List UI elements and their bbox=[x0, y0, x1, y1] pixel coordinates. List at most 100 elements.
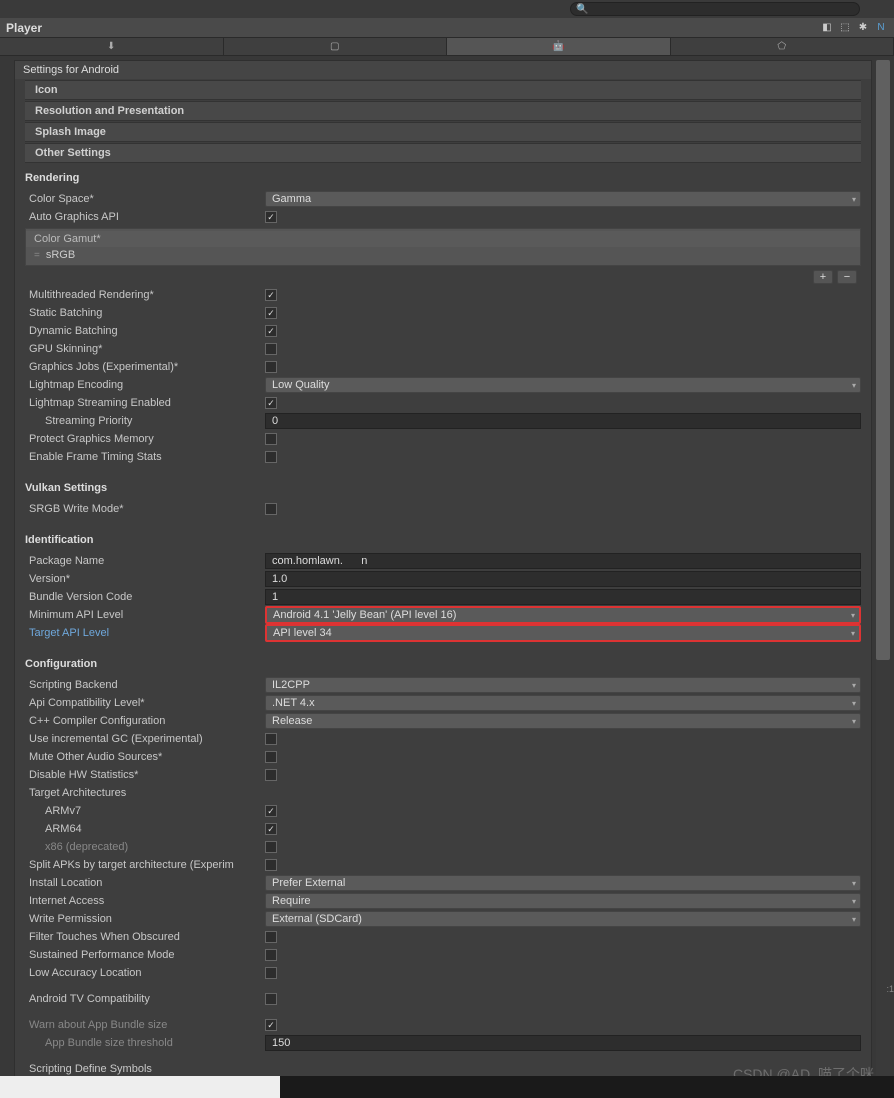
android-icon: 🤖 bbox=[552, 41, 564, 52]
streaming-priority-input[interactable] bbox=[265, 413, 861, 429]
settings-icon[interactable]: ⬚ bbox=[838, 21, 852, 35]
enable-frame-timing-checkbox[interactable] bbox=[265, 451, 277, 463]
search-bar: 🔍 bbox=[0, 0, 894, 18]
page-title: Player bbox=[6, 21, 42, 35]
content-inner: Settings for Android Icon Resolution and… bbox=[14, 60, 872, 1091]
gear-icon[interactable]: ✱ bbox=[856, 21, 870, 35]
mute-other-audio-label: Mute Other Audio Sources* bbox=[25, 751, 265, 763]
bottom-bar-left bbox=[0, 1076, 280, 1098]
write-permission-dropdown[interactable]: External (SDCard) bbox=[265, 911, 861, 927]
install-location-label: Install Location bbox=[25, 877, 265, 889]
disable-hw-stats-checkbox[interactable] bbox=[265, 769, 277, 781]
lightmap-streaming-checkbox[interactable] bbox=[265, 397, 277, 409]
section-resolution[interactable]: Resolution and Presentation bbox=[25, 101, 861, 121]
phone-icon: ▢ bbox=[330, 41, 339, 52]
section-other-settings[interactable]: Other Settings bbox=[25, 143, 861, 163]
lightmap-encoding-dropdown[interactable]: Low Quality bbox=[265, 377, 861, 393]
api-compatibility-dropdown[interactable]: .NET 4.x bbox=[265, 695, 861, 711]
install-location-dropdown[interactable]: Prefer External bbox=[265, 875, 861, 891]
android-tv-checkbox[interactable] bbox=[265, 993, 277, 1005]
color-gamut-item[interactable]: =sRGB bbox=[26, 247, 860, 263]
protect-graphics-memory-label: Protect Graphics Memory bbox=[25, 433, 265, 445]
version-label: Version* bbox=[25, 573, 265, 585]
multithreaded-label: Multithreaded Rendering* bbox=[25, 289, 265, 301]
drag-handle-icon[interactable]: = bbox=[34, 250, 40, 261]
static-batching-checkbox[interactable] bbox=[265, 307, 277, 319]
warn-app-bundle-checkbox[interactable] bbox=[265, 1019, 277, 1031]
settings-for-android: Settings for Android bbox=[15, 61, 871, 79]
scripting-backend-dropdown[interactable]: IL2CPP bbox=[265, 677, 861, 693]
color-space-label: Color Space* bbox=[25, 193, 265, 205]
gpu-skinning-checkbox[interactable] bbox=[265, 343, 277, 355]
cpp-compiler-label: C++ Compiler Configuration bbox=[25, 715, 265, 727]
help-icon[interactable]: ◧ bbox=[820, 21, 834, 35]
header: Player ◧ ⬚ ✱ N bbox=[0, 18, 894, 38]
srgb-write-checkbox[interactable] bbox=[265, 503, 277, 515]
graphics-jobs-checkbox[interactable] bbox=[265, 361, 277, 373]
internet-access-label: Internet Access bbox=[25, 895, 265, 907]
write-permission-label: Write Permission bbox=[25, 913, 265, 925]
remove-button[interactable]: − bbox=[837, 270, 857, 284]
color-gamut-header: Color Gamut* bbox=[26, 231, 860, 247]
x86-label: x86 (deprecated) bbox=[25, 841, 265, 853]
lightmap-streaming-label: Lightmap Streaming Enabled bbox=[25, 397, 265, 409]
identification-title: Identification bbox=[25, 530, 861, 552]
armv7-checkbox[interactable] bbox=[265, 805, 277, 817]
header-icons: ◧ ⬚ ✱ N bbox=[820, 21, 888, 35]
multithreaded-checkbox[interactable] bbox=[265, 289, 277, 301]
add-button[interactable]: + bbox=[813, 270, 833, 284]
lightmap-encoding-label: Lightmap Encoding bbox=[25, 379, 265, 391]
enable-frame-timing-label: Enable Frame Timing Stats bbox=[25, 451, 265, 463]
low-accuracy-location-checkbox[interactable] bbox=[265, 967, 277, 979]
configuration-title: Configuration bbox=[25, 654, 861, 676]
filter-touches-checkbox[interactable] bbox=[265, 931, 277, 943]
version-input[interactable] bbox=[265, 571, 861, 587]
search-input[interactable] bbox=[570, 2, 860, 16]
color-gamut-list: Color Gamut* =sRGB bbox=[25, 228, 861, 266]
tab-webgl[interactable]: ⬠ bbox=[671, 38, 894, 55]
tab-standalone[interactable]: ⬇ bbox=[0, 38, 224, 55]
filter-touches-label: Filter Touches When Obscured bbox=[25, 931, 265, 943]
target-architectures-label: Target Architectures bbox=[25, 787, 265, 799]
content-area: Settings for Android Icon Resolution and… bbox=[0, 56, 894, 1098]
android-tv-label: Android TV Compatibility bbox=[25, 993, 265, 1005]
x86-checkbox[interactable] bbox=[265, 841, 277, 853]
app-bundle-threshold-input[interactable] bbox=[265, 1035, 861, 1051]
split-apks-checkbox[interactable] bbox=[265, 859, 277, 871]
color-space-dropdown[interactable]: Gamma bbox=[265, 191, 861, 207]
target-api-dropdown[interactable]: API level 34 bbox=[265, 624, 861, 642]
cpp-compiler-dropdown[interactable]: Release bbox=[265, 713, 861, 729]
streaming-priority-label: Streaming Priority bbox=[25, 415, 265, 427]
mute-other-audio-checkbox[interactable] bbox=[265, 751, 277, 763]
minimum-api-dropdown[interactable]: Android 4.1 'Jelly Bean' (API level 16) bbox=[265, 606, 861, 624]
scrollbar-thumb[interactable] bbox=[876, 60, 890, 660]
tab-ios[interactable]: ▢ bbox=[224, 38, 448, 55]
auto-graphics-api-label: Auto Graphics API bbox=[25, 211, 265, 223]
section-icon[interactable]: Icon bbox=[25, 80, 861, 100]
side-marker: :1 bbox=[886, 984, 894, 994]
dynamic-batching-label: Dynamic Batching bbox=[25, 325, 265, 337]
srgb-write-label: SRGB Write Mode* bbox=[25, 503, 265, 515]
bundle-version-code-input[interactable] bbox=[265, 589, 861, 605]
incremental-gc-checkbox[interactable] bbox=[265, 733, 277, 745]
internet-access-dropdown[interactable]: Require bbox=[265, 893, 861, 909]
html5-icon: ⬠ bbox=[777, 41, 786, 52]
sustained-performance-label: Sustained Performance Mode bbox=[25, 949, 265, 961]
auto-graphics-api-checkbox[interactable] bbox=[265, 211, 277, 223]
platform-tabs: ⬇ ▢ 🤖 ⬠ bbox=[0, 38, 894, 56]
protect-graphics-memory-checkbox[interactable] bbox=[265, 433, 277, 445]
warn-app-bundle-label: Warn about App Bundle size bbox=[25, 1019, 265, 1031]
dynamic-batching-checkbox[interactable] bbox=[265, 325, 277, 337]
tab-android[interactable]: 🤖 bbox=[447, 38, 671, 55]
package-name-input[interactable] bbox=[265, 553, 861, 569]
sustained-performance-checkbox[interactable] bbox=[265, 949, 277, 961]
armv7-label: ARMv7 bbox=[25, 805, 265, 817]
section-splash[interactable]: Splash Image bbox=[25, 122, 861, 142]
arm64-checkbox[interactable] bbox=[265, 823, 277, 835]
extra-icon[interactable]: N bbox=[874, 21, 888, 35]
gpu-skinning-label: GPU Skinning* bbox=[25, 343, 265, 355]
graphics-jobs-label: Graphics Jobs (Experimental)* bbox=[25, 361, 265, 373]
package-name-label: Package Name bbox=[25, 555, 265, 567]
disable-hw-stats-label: Disable HW Statistics* bbox=[25, 769, 265, 781]
api-compatibility-label: Api Compatibility Level* bbox=[25, 697, 265, 709]
